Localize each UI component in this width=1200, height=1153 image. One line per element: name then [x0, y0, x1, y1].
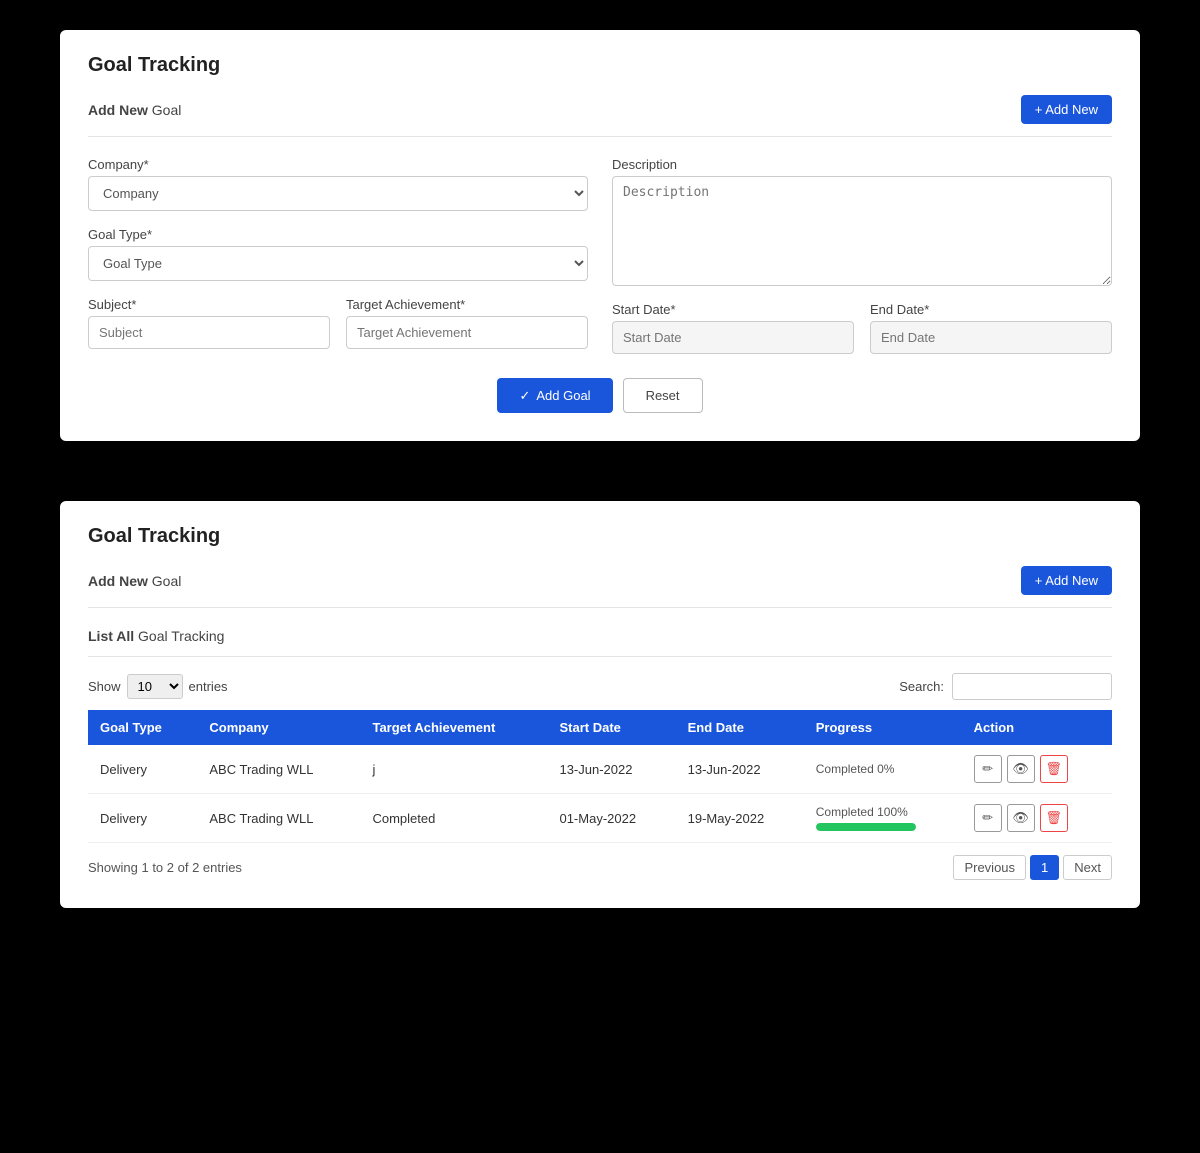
delete-button[interactable]: 🗑: [1040, 804, 1068, 832]
col-company: Company: [197, 710, 360, 745]
subject-label: Subject*: [88, 297, 330, 312]
edit-button[interactable]: ✏: [974, 755, 1002, 783]
col-goal-type: Goal Type: [88, 710, 197, 745]
search-label: Search:: [899, 679, 944, 694]
subject-input[interactable]: [88, 316, 330, 349]
cell-target: Completed: [360, 794, 547, 843]
col-action: Action: [962, 710, 1112, 745]
target-achievement-label: Target Achievement*: [346, 297, 588, 312]
section1-header-label: Add New Goal: [88, 102, 181, 118]
cell-action: ✏ 👁 🗑: [962, 794, 1112, 843]
cell-company: ABC Trading WLL: [197, 745, 360, 794]
col-progress: Progress: [804, 710, 962, 745]
cell-start-date: 13-Jun-2022: [547, 745, 675, 794]
subject-group: Subject*: [88, 297, 330, 349]
cell-goal-type: Delivery: [88, 745, 197, 794]
view-button[interactable]: 👁: [1007, 804, 1035, 832]
cell-start-date: 01-May-2022: [547, 794, 675, 843]
end-date-input[interactable]: [870, 321, 1112, 354]
cell-company: ABC Trading WLL: [197, 794, 360, 843]
reset-button[interactable]: Reset: [623, 378, 703, 413]
col-target: Target Achievement: [360, 710, 547, 745]
cell-end-date: 19-May-2022: [676, 794, 804, 843]
showing-text: Showing 1 to 2 of 2 entries: [88, 860, 242, 875]
target-achievement-group: Target Achievement*: [346, 297, 588, 349]
edit-button[interactable]: ✏: [974, 804, 1002, 832]
section2-header-label: Add New Goal: [88, 573, 181, 589]
goal-type-group: Goal Type* Goal Type: [88, 227, 588, 281]
pagination: Previous 1 Next: [953, 855, 1112, 880]
company-label: Company*: [88, 157, 588, 172]
company-group: Company* Company: [88, 157, 588, 211]
col-end-date: End Date: [676, 710, 804, 745]
delete-button[interactable]: 🗑: [1040, 755, 1068, 783]
cell-end-date: 13-Jun-2022: [676, 745, 804, 794]
cell-action: ✏ 👁 🗑: [962, 745, 1112, 794]
goal-type-select[interactable]: Goal Type: [88, 246, 588, 281]
page-title-2: Goal Tracking: [88, 525, 1112, 548]
list-header: List All Goal Tracking: [88, 628, 1112, 657]
description-textarea[interactable]: [612, 176, 1112, 286]
entries-label: entries: [189, 679, 228, 694]
search-box: Search:: [899, 673, 1112, 700]
next-button[interactable]: Next: [1063, 855, 1112, 880]
end-date-group: End Date*: [870, 302, 1112, 354]
check-icon: ✓: [519, 388, 530, 404]
start-date-input[interactable]: [612, 321, 854, 354]
target-achievement-input[interactable]: [346, 316, 588, 349]
description-group: Description: [612, 157, 1112, 286]
start-date-group: Start Date*: [612, 302, 854, 354]
col-start-date: Start Date: [547, 710, 675, 745]
end-date-label: End Date*: [870, 302, 1112, 317]
goal-tracking-table: Goal Type Company Target Achievement Sta…: [88, 710, 1112, 843]
goal-type-label: Goal Type*: [88, 227, 588, 242]
start-date-label: Start Date*: [612, 302, 854, 317]
prev-button[interactable]: Previous: [953, 855, 1026, 880]
show-label: Show: [88, 679, 121, 694]
add-goal-button[interactable]: ✓ Add Goal: [497, 378, 612, 413]
cell-target: j: [360, 745, 547, 794]
table-row: Delivery ABC Trading WLL Completed 01-Ma…: [88, 794, 1112, 843]
entries-select[interactable]: 10 25 50 100: [127, 674, 183, 699]
cell-progress: Completed 100%: [804, 794, 962, 843]
add-new-button-2[interactable]: + Add New: [1021, 566, 1112, 595]
page-title-1: Goal Tracking: [88, 54, 1112, 77]
view-button[interactable]: 👁: [1007, 755, 1035, 783]
search-input[interactable]: [952, 673, 1112, 700]
cell-progress: Completed 0%: [804, 745, 962, 794]
table-header-row: Goal Type Company Target Achievement Sta…: [88, 710, 1112, 745]
show-entries-control: Show 10 25 50 100 entries: [88, 674, 228, 699]
company-select[interactable]: Company: [88, 176, 588, 211]
add-new-button-1[interactable]: + Add New: [1021, 95, 1112, 124]
cell-goal-type: Delivery: [88, 794, 197, 843]
description-label: Description: [612, 157, 1112, 172]
page-1-button[interactable]: 1: [1030, 855, 1059, 880]
table-row: Delivery ABC Trading WLL j 13-Jun-2022 1…: [88, 745, 1112, 794]
